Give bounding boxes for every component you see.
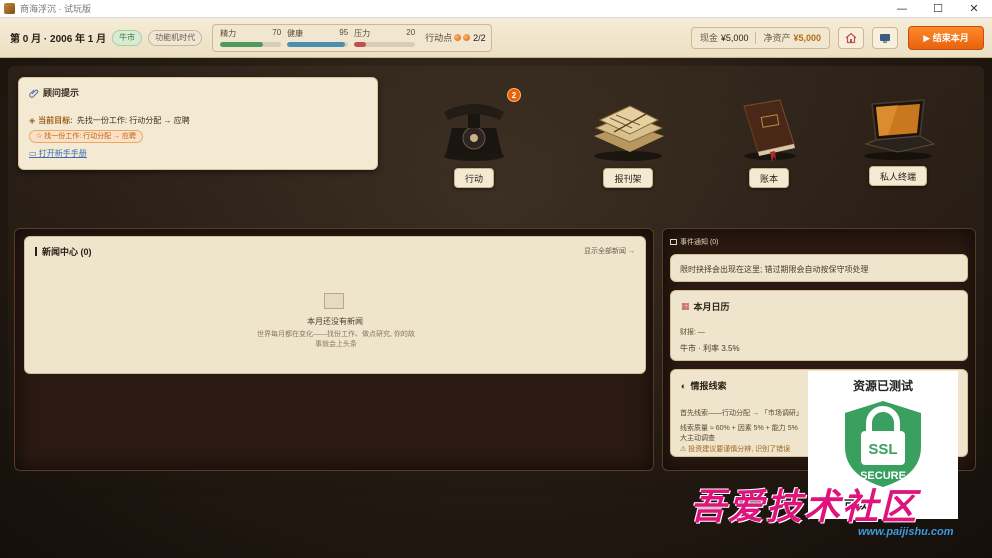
- status-bar: 第 0 月 · 2006 年 1 月 牛市 功能机时代 精力 70 健康 95 …: [0, 18, 992, 58]
- stat-bar: [220, 41, 282, 47]
- calendar-title: 本月日历: [693, 302, 730, 312]
- newspaper-icon: [594, 105, 664, 161]
- terminal-object-button[interactable]: 私人终端: [868, 166, 927, 186]
- terminal-button[interactable]: [872, 26, 898, 49]
- window-controls: — ☐ ✕: [884, 0, 992, 18]
- action-point-dot-icon: [463, 34, 471, 41]
- intel-line: 首先线索——行动分配 → 「市场调研」: [680, 410, 803, 417]
- newspaper-object[interactable]: 报刊架: [588, 96, 668, 188]
- monitor-icon: [880, 33, 890, 43]
- stat-stress: 压力 20: [352, 26, 418, 50]
- watermark-url: www.paijishu.com: [858, 526, 954, 538]
- stat-value: 20: [406, 27, 416, 37]
- action-badge: 2: [507, 88, 521, 102]
- target-icon: ◈: [29, 116, 36, 125]
- current-goal: ◈ 当前目标: 先找一份工作: 行动分配 → 应聘: [29, 115, 367, 126]
- stat-health: 健康 95: [285, 26, 351, 50]
- action-points-label: 行动点: [425, 33, 453, 43]
- paperclip-icon: [29, 89, 39, 98]
- intel-title: 情报线索: [690, 381, 727, 391]
- net-worth-value: ¥5,000: [793, 32, 821, 43]
- intel-line: 线索质量 ≈ 60% + 因素 5% + 能力 5%: [680, 425, 798, 432]
- advisor-header: 顾问提示: [29, 86, 367, 99]
- calendar-header: ▦ 本月日历: [681, 300, 730, 313]
- app-icon: [4, 3, 15, 14]
- minimize-button[interactable]: —: [884, 0, 920, 18]
- action-points-count: 2/2: [473, 32, 486, 43]
- news-empty-desc: 世界每月都在变化——找份工作、做点研究, 你的故事就会上头条: [257, 331, 415, 348]
- events-header: 事件通知 (0): [670, 237, 719, 247]
- telephone-object[interactable]: 行动: [438, 98, 510, 188]
- net-worth-label: 净资产: [763, 33, 791, 43]
- intel-warning: ⚠ 投资建议要谨慎分辨, 识别了错误: [680, 446, 791, 453]
- goal-label: 当前目标:: [38, 116, 73, 125]
- telephone-icon: [444, 104, 504, 161]
- laptop-icon: [864, 99, 936, 160]
- advisor-panel: 顾问提示 ◈ 当前目标: 先找一份工作: 行动分配 → 应聘 ☆ 找一份工作: …: [18, 77, 378, 170]
- goal-tag[interactable]: ☆ 找一份工作: 行动分配 → 应聘: [29, 130, 143, 143]
- show-all-news-link[interactable]: 显示全部新闻 →: [584, 246, 635, 256]
- news-center: 新闻中心 (0) 显示全部新闻 → 本月还没有新闻 世界每月都在变化——找份工作…: [24, 236, 646, 374]
- home-icon: [845, 32, 857, 43]
- date-display: 第 0 月 · 2006 年 1 月: [10, 34, 107, 45]
- ledger-book-icon: [743, 99, 796, 162]
- newsstand-button[interactable]: 报刊架: [603, 168, 653, 188]
- stat-label: 精力: [220, 28, 237, 38]
- market-badge: 牛市: [112, 29, 143, 46]
- cash-value: ¥5,000: [720, 32, 749, 43]
- intel-line: 大主动调查: [680, 435, 715, 442]
- open-manual-link[interactable]: ▭ 打开新手手册: [29, 148, 367, 159]
- divider: [755, 31, 757, 44]
- goal-text: 先找一份工作: 行动分配 → 应聘: [76, 116, 190, 125]
- book-icon: ▭: [29, 149, 39, 158]
- cash-label: 现金: [699, 33, 718, 43]
- watermark-text: 吾爱技术社区: [690, 486, 919, 528]
- action-point-dot-icon: [454, 34, 462, 41]
- money-panel: 现金 ¥5,000 净资产 ¥5,000: [690, 26, 830, 49]
- ledger-button[interactable]: 账本: [748, 168, 789, 188]
- stat-bar: [354, 41, 416, 47]
- news-title: 新闻中心 (0): [35, 245, 92, 258]
- notice-icon: [670, 239, 677, 245]
- stat-bar-fill: [354, 41, 367, 47]
- action-points: 行动点 2/2: [425, 31, 486, 44]
- ssl-lock-icon: SSL SECURE: [845, 401, 921, 487]
- newspaper-empty-icon: [324, 293, 344, 309]
- stat-bar-fill: [287, 41, 346, 47]
- events-title: 事件通知 (0): [680, 239, 719, 246]
- close-button[interactable]: ✕: [956, 0, 992, 18]
- calendar-card: ▦ 本月日历 财报: — 牛市 · 利率 3.5%: [670, 290, 968, 361]
- stats-panel: 精力 70 健康 95 压力 20 行动点 2/2: [212, 23, 492, 52]
- maximize-button[interactable]: ☐: [920, 0, 956, 18]
- window-title: 商海浮沉 · 试玩版: [20, 4, 91, 14]
- events-notice: 限时抉择会出现在这里; 错过期限会自动按保守项处理: [680, 265, 869, 274]
- detective-icon: ◐: [681, 380, 687, 391]
- intel-header: ◐ 情报线索: [681, 379, 726, 392]
- home-button[interactable]: [838, 26, 864, 49]
- stat-energy: 精力 70: [218, 26, 284, 50]
- stat-label: 健康: [287, 28, 304, 38]
- title-bar: 商海浮沉 · 试玩版 — ☐ ✕: [0, 0, 992, 18]
- stat-value: 70: [272, 27, 282, 37]
- ssl-title: 资源已测试: [852, 379, 913, 393]
- events-notice-card: 限时抉择会出现在这里; 错过期限会自动按保守项处理: [670, 254, 968, 282]
- calendar-line-earnings: 财报: —: [680, 329, 705, 336]
- stat-label: 压力: [354, 28, 371, 38]
- advisor-title: 顾问提示: [43, 88, 80, 98]
- calendar-line-market: 牛市 · 利率 3.5%: [680, 344, 740, 353]
- era-badge: 功能机时代: [148, 29, 203, 46]
- end-turn-button[interactable]: ▶ 结束本月: [908, 25, 984, 50]
- stat-value: 95: [339, 27, 349, 37]
- action-button[interactable]: 行动: [453, 168, 494, 188]
- manual-link-label: 打开新手手册: [38, 149, 87, 158]
- news-empty-title: 本月还没有新闻: [307, 317, 363, 326]
- laptop-object[interactable]: 私人终端: [858, 98, 938, 186]
- stat-bar-fill: [220, 41, 263, 47]
- stat-bar: [287, 41, 349, 47]
- calendar-icon: ▦: [681, 301, 690, 311]
- ledger-object[interactable]: 账本: [734, 94, 804, 188]
- ssl-word: SSL: [868, 441, 897, 458]
